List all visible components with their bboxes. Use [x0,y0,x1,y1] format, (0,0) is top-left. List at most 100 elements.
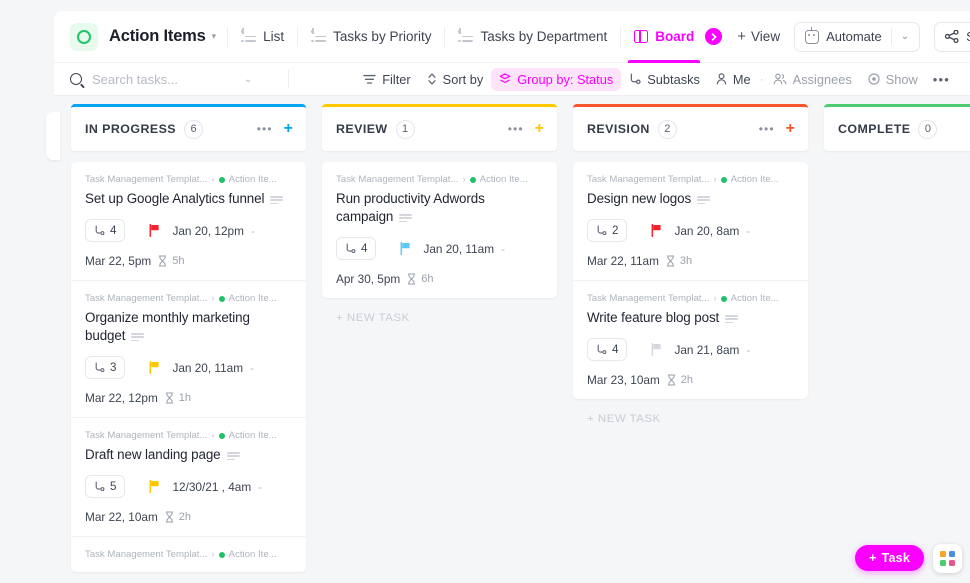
task-card[interactable]: Task Management Templat... › Action Ite.… [322,162,557,298]
filter-button[interactable]: Filter [355,68,418,91]
status-dot-icon [219,552,225,558]
new-task-button[interactable]: + NEW TASK [322,298,557,324]
task-meta-primary: 4 Jan 21, 8am - [587,338,794,361]
priority-flag-icon[interactable] [651,224,662,237]
card-stack: Task Management Templat... › Action Ite.… [573,162,808,399]
due-date: Jan 20, 8am [674,224,739,238]
time-estimate: 3h [680,255,692,267]
divider [288,70,289,88]
task-meta-primary: 2 Jan 20, 8am - [587,219,794,242]
breadcrumb-separator: › [462,174,465,185]
breadcrumb-parent: Task Management Templat... [85,430,207,441]
task-card[interactable]: Task Management Templat... › Action Ite.… [71,418,306,537]
tab-tasks-by-priority[interactable]: Tasks by Priority [309,11,433,63]
column-header[interactable]: REVISION 2 ••• + [573,104,808,151]
add-view-label: View [751,29,780,44]
breadcrumb-child: Action Ite... [480,174,528,185]
chevron-down-icon[interactable]: ⌄ [244,74,252,85]
chevron-right-circle-icon[interactable] [705,28,722,45]
task-card[interactable]: Task Management Templat... › Action Ite.… [71,162,306,281]
time-estimate: 5h [172,255,184,267]
filter-toolbar: ⌄ Filter Sort by [54,63,970,95]
column-add-task-icon[interactable]: + [284,121,293,137]
breadcrumb: Task Management Templat... › Action Ite.… [85,549,292,560]
column-add-task-icon[interactable]: + [535,121,544,137]
automate-label: Automate [826,29,882,44]
more-options-button[interactable]: ••• [926,68,957,91]
subtask-icon [94,481,105,492]
subtask-count-pill[interactable]: 3 [85,356,125,379]
assignee-placeholder: - [501,242,505,256]
hourglass-icon [667,374,676,386]
column-count: 1 [396,120,415,139]
card-stack: Task Management Templat... › Action Ite.… [322,162,557,298]
task-card[interactable]: Task Management Templat... › Action Ite.… [573,162,808,281]
subtask-count-pill[interactable]: 4 [587,338,627,361]
created-date: Mar 22, 5pm [85,254,151,268]
description-icon [131,333,144,341]
priority-flag-icon[interactable] [149,224,160,237]
created-date: Mar 22, 12pm [85,391,158,405]
app-grid-icon[interactable] [933,544,962,573]
task-card[interactable]: Task Management Templat... › Action Ite.… [71,537,306,572]
assignees-button[interactable]: Assignees [765,68,860,91]
tab-board[interactable]: Board [632,11,696,63]
task-card[interactable]: Task Management Templat... › Action Ite.… [573,281,808,399]
priority-flag-icon[interactable] [651,343,662,356]
add-task-fab[interactable]: + Task [855,545,924,571]
task-title: Draft new landing page [85,447,221,462]
task-meta-secondary: Mar 22, 5pm 5h [85,254,292,268]
task-title: Design new logos [587,191,691,206]
subtasks-label: Subtasks [647,72,700,87]
share-button[interactable]: Share [934,22,970,52]
due-date: Jan 20, 12pm [172,224,243,238]
subtask-count-pill[interactable]: 4 [85,219,125,242]
automate-button[interactable]: Automate ⌄ [794,22,920,52]
page-title: Action Items [109,27,206,46]
group-icon [499,73,511,85]
subtask-count-pill[interactable]: 5 [85,475,125,498]
time-estimate: 1h [179,392,191,404]
clickup-board-app: Action Items ▾ List Tasks by Priority [0,0,970,583]
tab-list[interactable]: List [239,11,286,63]
due-date: Jan 20, 11am [423,242,494,256]
list-view-icon [241,30,256,43]
column-more-icon[interactable]: ••• [257,122,273,136]
subtask-count-pill[interactable]: 2 [587,219,627,242]
title-caret-icon[interactable]: ▾ [212,31,217,42]
subtasks-button[interactable]: Subtasks [621,68,708,91]
task-meta-secondary: Mar 22, 11am 3h [587,254,794,268]
column-more-icon[interactable]: ••• [759,122,775,136]
chevron-down-icon[interactable]: ⌄ [901,31,909,42]
description-icon [725,315,738,323]
column-more-icon[interactable]: ••• [508,122,524,136]
column-add-task-icon[interactable]: + [786,121,795,137]
subtask-count-pill[interactable]: 4 [336,237,376,260]
new-task-button[interactable]: + NEW TASK [573,399,808,425]
group-by-button[interactable]: Group by: Status [491,68,621,91]
tab-tasks-by-department[interactable]: Tasks by Department [456,11,609,63]
task-card[interactable]: Task Management Templat... › Action Ite.… [71,281,306,418]
priority-flag-icon[interactable] [149,480,160,493]
assignee-placeholder: - [251,224,255,238]
breadcrumb-child: Action Ite... [229,174,277,185]
column-header[interactable]: REVIEW 1 ••• + [322,104,557,151]
add-view-button[interactable]: + View [737,29,780,44]
created-date: Mar 22, 10am [85,510,158,524]
show-button[interactable]: Show [860,68,926,91]
group-by-label: Group by: Status [517,72,613,87]
tab-label: Board [655,29,694,44]
breadcrumb: Task Management Templat... › Action Ite.… [336,174,543,185]
board-column-in-progress: IN PROGRESS 6 ••• + Task Management Temp… [71,104,306,583]
people-icon [773,73,787,85]
search-input[interactable] [92,72,242,87]
column-header[interactable]: IN PROGRESS 6 ••• + [71,104,306,151]
task-title: Set up Google Analytics funnel [85,191,264,206]
search-box[interactable]: ⌄ [70,72,280,87]
column-header[interactable]: COMPLETE 0 [824,104,970,151]
priority-flag-icon[interactable] [400,242,411,255]
me-button[interactable]: Me [708,68,759,91]
sort-by-button[interactable]: Sort by [419,68,492,91]
priority-flag-icon[interactable] [149,361,160,374]
board-view-icon [634,30,648,43]
